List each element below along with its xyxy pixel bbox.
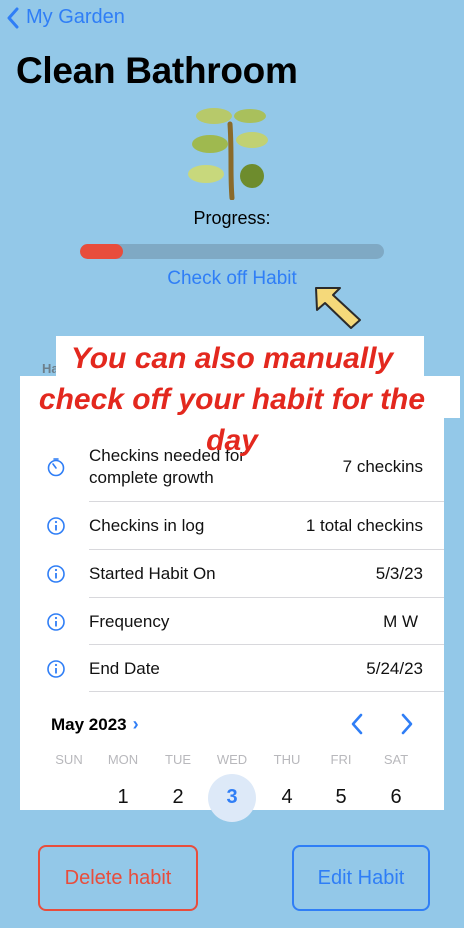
calendar-day[interactable]: 5 bbox=[321, 786, 361, 809]
back-button[interactable]: My Garden bbox=[6, 6, 125, 29]
weekday-label: FRI bbox=[330, 752, 352, 767]
calendar-day[interactable]: 1 bbox=[103, 786, 143, 809]
page-title: Clean Bathroom bbox=[16, 50, 298, 91]
info-icon bbox=[47, 612, 65, 631]
caption-line: day bbox=[206, 424, 258, 457]
calendar-month-picker[interactable]: May 2023 › bbox=[51, 714, 139, 735]
detail-value: 5/3/23 bbox=[375, 563, 423, 583]
check-off-habit-button[interactable]: Check off Habit bbox=[0, 268, 464, 290]
calendar-day[interactable]: 6 bbox=[376, 786, 416, 809]
divider bbox=[89, 691, 444, 692]
detail-value: 1 total checkins bbox=[305, 515, 423, 535]
detail-label: End Date bbox=[89, 658, 160, 678]
caption-line: You can also manually bbox=[70, 342, 394, 375]
detail-value: M W bbox=[383, 611, 418, 631]
calendar-prev-button[interactable] bbox=[350, 712, 364, 743]
detail-row-end-date: End Date 5/24/23 bbox=[20, 645, 444, 692]
weekday-label: WED bbox=[216, 752, 248, 767]
weekday-label: THU bbox=[273, 752, 301, 767]
plant-icon bbox=[188, 108, 268, 200]
edit-habit-button[interactable]: Edit Habit bbox=[292, 845, 430, 911]
chevron-right-icon bbox=[401, 713, 413, 735]
progress-label: Progress: bbox=[193, 208, 271, 228]
detail-label: Checkins in log bbox=[89, 515, 205, 535]
calendar-day-selected[interactable]: 3 bbox=[212, 786, 252, 809]
calendar-next-button[interactable] bbox=[400, 712, 414, 743]
chevron-left-icon bbox=[7, 7, 19, 28]
progress-bar bbox=[80, 244, 384, 259]
detail-label: Frequency bbox=[89, 611, 170, 631]
info-icon bbox=[47, 516, 65, 535]
calendar-day[interactable]: 2 bbox=[158, 786, 198, 809]
weekday-label: SUN bbox=[55, 752, 83, 767]
caption-line: check off your habit for the bbox=[38, 383, 426, 416]
chevron-left-icon bbox=[351, 713, 363, 735]
detail-label: Started Habit On bbox=[89, 563, 216, 583]
detail-value: 5/24/23 bbox=[366, 658, 423, 678]
detail-row-frequency: Frequency M W bbox=[20, 598, 444, 645]
chevron-right-icon: › bbox=[132, 714, 139, 734]
tutorial-caption: You can also manually check off your hab… bbox=[0, 338, 464, 461]
calendar-month: May 2023 bbox=[51, 714, 127, 734]
arrow-pointer-icon bbox=[315, 287, 361, 329]
back-label: My Garden bbox=[26, 6, 125, 28]
calendar-day[interactable]: 4 bbox=[267, 786, 307, 809]
weekday-label: SAT bbox=[383, 752, 409, 767]
weekday-label: TUE bbox=[165, 752, 191, 767]
weekday-label: MON bbox=[107, 752, 139, 767]
progress-fill bbox=[80, 244, 123, 259]
delete-habit-button[interactable]: Delete habit bbox=[38, 845, 198, 911]
detail-row-started: Started Habit On 5/3/23 bbox=[20, 550, 444, 597]
info-icon bbox=[47, 564, 65, 583]
info-icon bbox=[47, 659, 65, 678]
detail-row-checkins-log: Checkins in log 1 total checkins bbox=[20, 502, 444, 549]
